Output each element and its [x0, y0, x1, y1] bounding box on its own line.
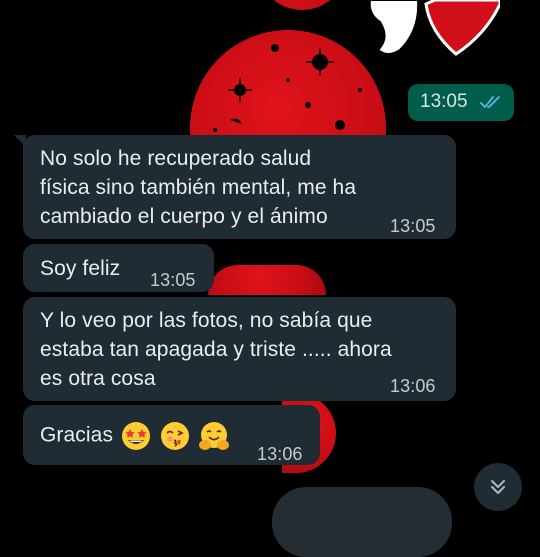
chevron-double-down-icon [491, 480, 505, 494]
message-text-label: Gracias [40, 423, 114, 447]
message-text-line: No solo he recuperado salud [40, 147, 312, 170]
message-time: 13:05 [390, 216, 436, 236]
wallpaper-red-dot [257, 0, 347, 10]
message-text-line: física sino también mental, me ha [40, 176, 357, 199]
message-text-line: cambiado el cuerpo y el ánimo [40, 205, 328, 228]
wallpaper-red-dot [208, 265, 326, 295]
message-time: 13:05 [420, 91, 468, 112]
sticker-heart-icon [368, 0, 500, 56]
message-input-bar[interactable] [272, 487, 452, 557]
incoming-message-bubble[interactable]: Y lo veo por las fotos, no sabía que est… [23, 297, 456, 401]
message-time: 13:06 [257, 444, 303, 464]
incoming-message-bubble[interactable]: Soy feliz 13:05 [23, 244, 214, 292]
incoming-message-bubble[interactable]: No solo he recuperado salud física sino … [14, 135, 456, 239]
incoming-message-bubble[interactable]: Gracias 13:06 [23, 405, 320, 465]
face-blowing-kiss-emoji-icon [160, 422, 189, 450]
message-time: 13:06 [390, 376, 436, 396]
message-time: 13:05 [150, 270, 196, 290]
scroll-to-bottom-button[interactable] [474, 463, 522, 511]
message-text-line: es otra cosa [40, 367, 156, 390]
message-text-line: Y lo veo por las fotos, no sabía que [40, 309, 373, 332]
star-struck-emoji-icon [122, 422, 150, 450]
double-check-icon [480, 96, 500, 108]
hugging-face-emoji-icon [198, 422, 229, 450]
message-text-line: estaba tan apagada y triste ..... ahora [40, 338, 392, 361]
message-text: Soy feliz [40, 257, 121, 280]
message-text: Gracias [40, 420, 230, 452]
outgoing-message-bubble[interactable]: 13:05 [408, 84, 514, 121]
